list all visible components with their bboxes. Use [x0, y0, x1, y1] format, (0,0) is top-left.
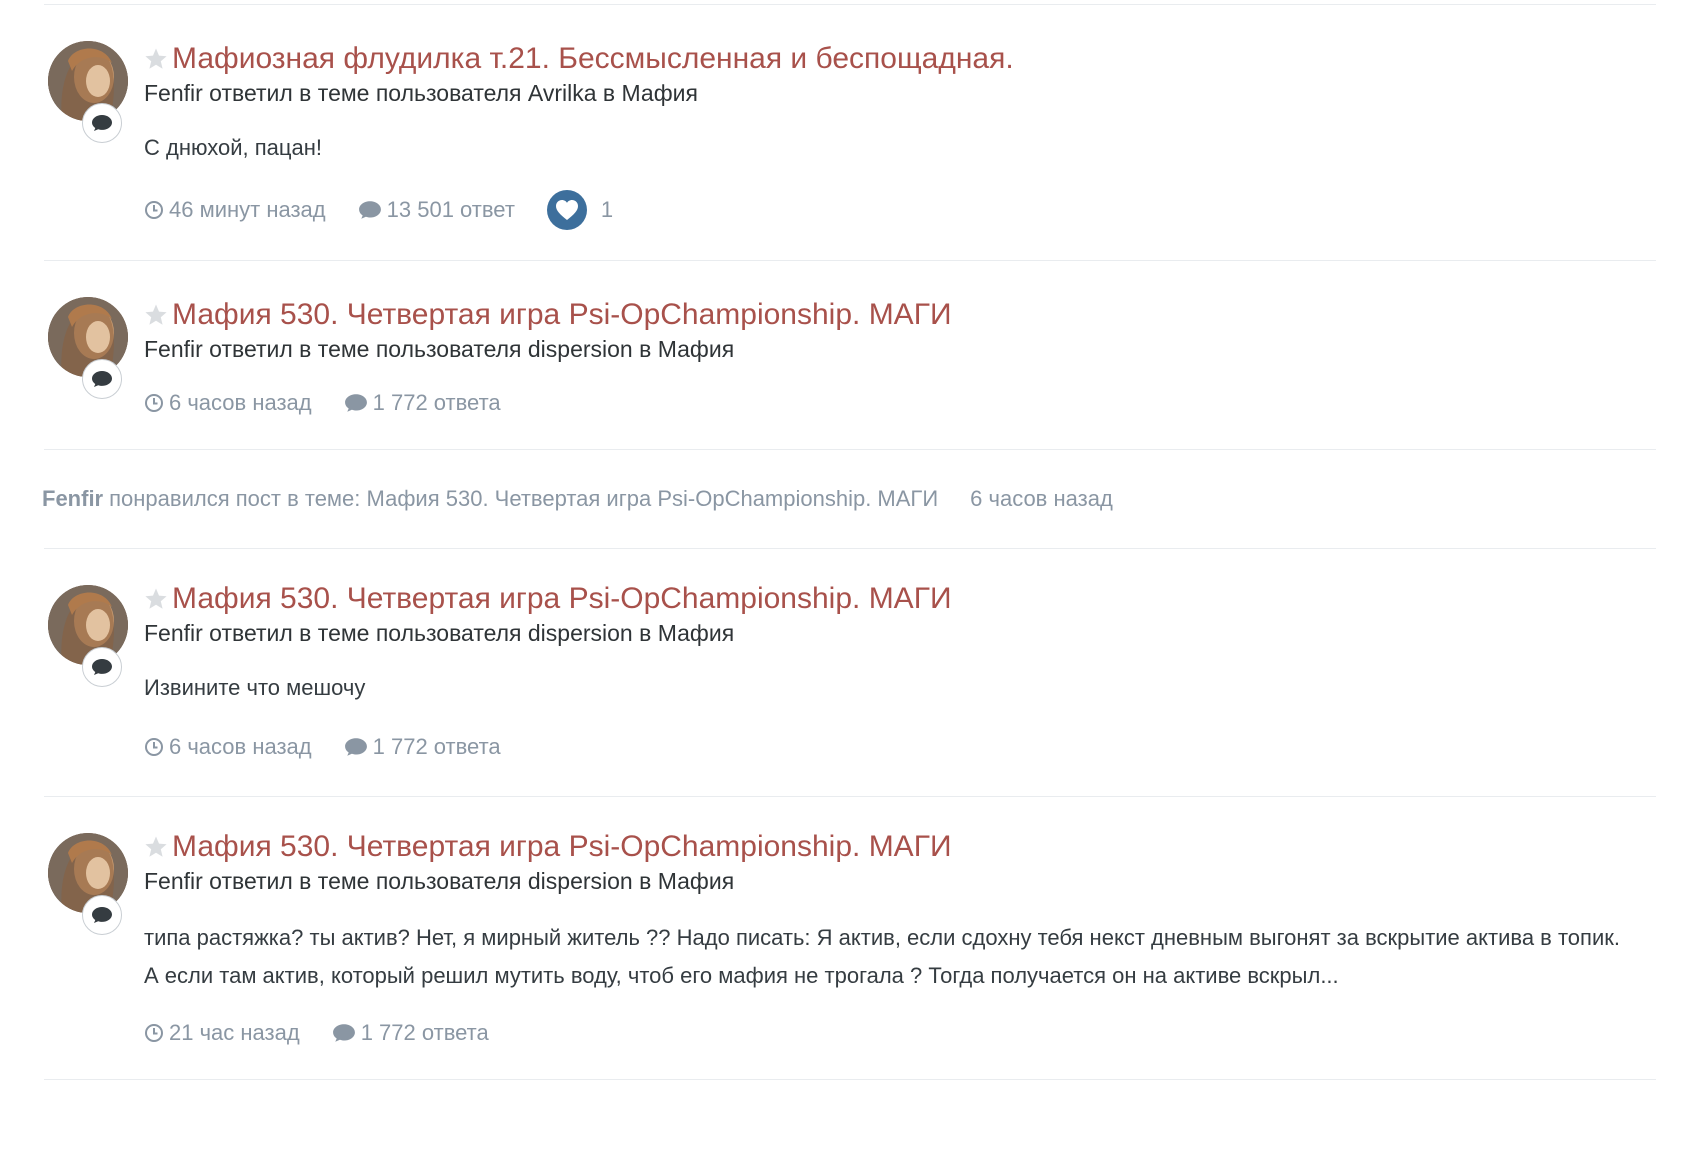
reply-count: 13 501 ответ	[386, 197, 515, 222]
item-meta: 46 минут назад 13 501 ответ 1	[144, 190, 1656, 230]
clock-icon	[145, 201, 163, 219]
comment-icon	[358, 201, 381, 219]
like-activity-line: Fenfir понравился пост в теме: Мафия 530…	[42, 450, 1656, 548]
star-icon[interactable]	[144, 303, 168, 327]
star-icon[interactable]	[144, 47, 168, 71]
time-meta: 6 часов назад	[144, 390, 312, 416]
avatar-container	[48, 297, 128, 399]
avatar-container	[48, 585, 128, 687]
star-icon[interactable]	[144, 835, 168, 859]
replies-meta: 1 772 ответа	[332, 1020, 489, 1046]
reply-count: 1 772 ответа	[360, 1020, 489, 1045]
reaction-count[interactable]: 1	[601, 197, 613, 223]
comment-icon	[92, 371, 112, 387]
comment-badge	[82, 895, 122, 935]
like-description[interactable]: понравился пост в теме: Мафия 530. Четве…	[109, 486, 938, 512]
topic-title-link[interactable]: Мафия 530. Четвертая игра Psi-OpChampion…	[172, 830, 952, 864]
time-meta: 46 минут назад	[144, 197, 326, 223]
activity-description: Fenfir ответил в теме пользователя Avril…	[144, 80, 698, 106]
item-meta: 6 часов назад 1 772 ответа	[144, 727, 1656, 767]
clock-icon	[145, 394, 163, 412]
activity-item: Мафия 530. Четвертая игра Psi-OpChampion…	[44, 261, 1656, 449]
comment-badge	[82, 359, 122, 399]
topic-title-link[interactable]: Мафия 530. Четвертая игра Psi-OpChampion…	[172, 298, 952, 332]
post-snippet: типа растяжка? ты актив? Нет, я мирный ж…	[144, 925, 1620, 988]
activity-description: Fenfir ответил в теме пользователя dispe…	[144, 868, 735, 894]
comment-icon	[332, 1024, 355, 1042]
replies-meta: 1 772 ответа	[344, 734, 501, 760]
reply-count: 1 772 ответа	[372, 734, 501, 759]
divider	[44, 1079, 1656, 1080]
timestamp[interactable]: 6 часов назад	[169, 390, 312, 416]
heart-icon[interactable]	[546, 190, 587, 230]
time-meta: 21 час назад	[144, 1020, 300, 1046]
activity-item: Мафиозная флудилка т.21. Бессмысленная и…	[44, 5, 1656, 260]
activity-description: Fenfir ответил в теме пользователя dispe…	[144, 620, 735, 646]
activity-item: Мафия 530. Четвертая игра Psi-OpChampion…	[44, 549, 1656, 796]
item-meta: 6 часов назад 1 772 ответа	[144, 383, 1656, 423]
avatar-container	[48, 41, 128, 143]
post-snippet: Извините что мешочу	[144, 675, 366, 700]
comment-icon	[92, 115, 112, 131]
time-meta: 6 часов назад	[144, 734, 312, 760]
replies-meta: 13 501 ответ	[358, 197, 515, 223]
activity-stream: Мафиозная флудилка т.21. Бессмысленная и…	[42, 0, 1656, 1080]
timestamp[interactable]: 6 часов назад	[169, 734, 312, 760]
user-link[interactable]: Fenfir	[42, 486, 103, 512]
reply-count: 1 772 ответа	[372, 390, 501, 415]
timestamp[interactable]: 6 часов назад	[970, 486, 1113, 512]
activity-item: Мафия 530. Четвертая игра Psi-OpChampion…	[44, 797, 1656, 1079]
activity-description: Fenfir ответил в теме пользователя dispe…	[144, 336, 735, 362]
timestamp[interactable]: 21 час назад	[169, 1020, 300, 1046]
clock-icon	[145, 1024, 163, 1042]
clock-icon	[145, 738, 163, 756]
comment-badge	[82, 103, 122, 143]
post-snippet: С днюхой, пацан!	[144, 135, 322, 160]
replies-meta: 1 772 ответа	[344, 390, 501, 416]
comment-icon	[344, 394, 367, 412]
item-meta: 21 час назад 1 772 ответа	[144, 1013, 1656, 1053]
topic-title-link[interactable]: Мафия 530. Четвертая игра Psi-OpChampion…	[172, 582, 952, 616]
comment-icon	[92, 907, 112, 923]
star-icon[interactable]	[144, 587, 168, 611]
timestamp[interactable]: 46 минут назад	[169, 197, 326, 223]
topic-title-link[interactable]: Мафиозная флудилка т.21. Бессмысленная и…	[172, 42, 1014, 76]
avatar-container	[48, 833, 128, 935]
comment-icon	[92, 659, 112, 675]
comment-icon	[344, 738, 367, 756]
comment-badge	[82, 647, 122, 687]
